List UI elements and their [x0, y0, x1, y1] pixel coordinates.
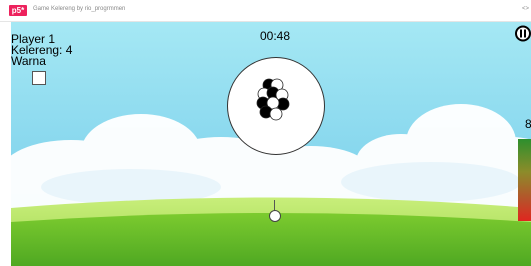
pause-button[interactable] [515, 25, 531, 42]
browser-top-bar: p5* Game Kelereng by rio_progrmmen <> [0, 0, 531, 22]
code-toggle-icon[interactable]: <> [522, 6, 529, 12]
power-value: 8 [525, 117, 531, 131]
pause-icon [515, 25, 531, 42]
color-swatch[interactable] [32, 71, 46, 85]
shooter-marble[interactable] [269, 210, 281, 222]
marble-ring [227, 57, 325, 155]
p5-logo[interactable]: p5* [9, 5, 27, 16]
marble-ring-marbles [256, 78, 290, 121]
color-label: Warna [11, 54, 46, 68]
marble-white [269, 107, 283, 121]
power-meter [518, 139, 531, 221]
game-timer: 00:48 [260, 29, 291, 43]
sketch-title: Game Kelereng by rio_progrmmen [33, 6, 126, 12]
